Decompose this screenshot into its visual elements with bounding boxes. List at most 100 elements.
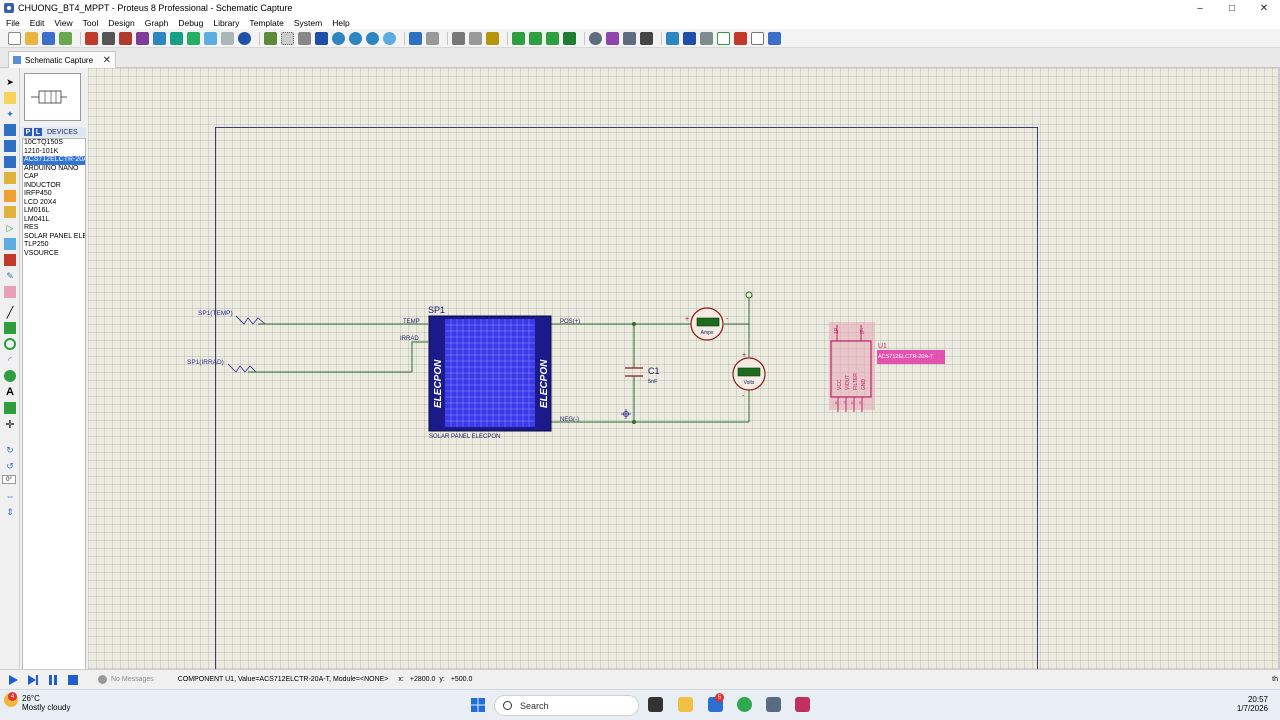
packaging-tool-icon[interactable] <box>623 31 636 45</box>
origin-icon[interactable] <box>298 31 311 45</box>
zoom-in-icon[interactable] <box>332 31 345 45</box>
device-item[interactable]: IRFP450 <box>23 190 85 199</box>
refresh-icon[interactable] <box>264 31 277 45</box>
symbol-tool-icon[interactable] <box>4 402 16 414</box>
terminals-mode-icon[interactable] <box>4 190 16 202</box>
messages-icon[interactable] <box>98 675 107 684</box>
selection-mode-icon[interactable]: ➤ <box>4 76 16 88</box>
probe-mode-icon[interactable]: ✎ <box>4 270 16 282</box>
zoom-all-icon[interactable] <box>366 31 379 45</box>
search-tag-icon[interactable] <box>683 31 696 45</box>
pan-icon[interactable] <box>315 31 328 45</box>
current-sensor-u1[interactable]: 1P IP- VCC VIOUT FILTER GND 8 7 6 5 U1 A… <box>829 322 945 412</box>
device-item[interactable]: LM016L <box>23 207 85 216</box>
3d-view-icon[interactable] <box>136 31 149 45</box>
solar-panel-sp1[interactable]: SP1 ELECPON ELECPON TEMP IRRAD POS(+) NE… <box>400 305 580 440</box>
maximize-button[interactable]: □ <box>1216 0 1248 16</box>
pcb-icon[interactable] <box>119 31 132 45</box>
schematic-icon[interactable] <box>102 31 115 45</box>
zoom-area-icon[interactable] <box>383 31 396 45</box>
undo-icon[interactable] <box>409 31 422 45</box>
menu-design[interactable]: Design <box>108 18 134 28</box>
device-item[interactable]: ARDUINO NANO <box>23 165 85 174</box>
schematic-canvas[interactable]: SP1(TEMP) SP1(IRRAD) SP1 ELECPON ELECPON… <box>88 68 1278 669</box>
circle-tool-icon[interactable] <box>4 338 16 350</box>
menu-system[interactable]: System <box>294 18 322 28</box>
marker-tool-icon[interactable]: ✛ <box>4 418 16 431</box>
home-icon[interactable] <box>85 31 98 45</box>
device-item[interactable]: 10CTQ150S <box>23 139 85 148</box>
component-mode-icon[interactable] <box>4 92 16 104</box>
menu-tool[interactable]: Tool <box>83 18 99 28</box>
active-popup-icon[interactable] <box>4 238 16 250</box>
import-icon[interactable] <box>59 31 72 45</box>
file-explorer-icon[interactable] <box>678 697 693 712</box>
graph-mode-icon[interactable]: ▷ <box>4 222 16 234</box>
dc-ammeter[interactable]: Amps + - <box>685 307 729 341</box>
rotation-angle-field[interactable]: 0° <box>2 475 16 484</box>
box-tool-icon[interactable] <box>4 322 16 334</box>
wire-autorouter-icon[interactable] <box>666 31 679 45</box>
source-code-icon[interactable] <box>204 31 217 45</box>
device-item[interactable]: TLP250 <box>23 241 85 250</box>
grid-icon[interactable] <box>281 31 294 45</box>
chrome-icon[interactable] <box>737 697 752 712</box>
taskbar-search[interactable]: Search <box>494 695 639 716</box>
device-item[interactable]: RES <box>23 224 85 233</box>
menu-edit[interactable]: Edit <box>30 18 45 28</box>
terminal-probe[interactable] <box>745 291 753 299</box>
library-manager-button[interactable]: L <box>34 128 42 136</box>
copy-icon[interactable] <box>469 31 482 45</box>
device-item[interactable]: CAP <box>23 173 85 182</box>
generator-sp1-temp[interactable]: SP1(TEMP) <box>198 310 266 325</box>
proteus-taskbar-icon[interactable] <box>795 697 810 712</box>
device-item[interactable]: SOLAR PANEL ELECPON <box>23 233 85 242</box>
property-assignment-icon[interactable] <box>700 31 713 45</box>
pick-devices-button[interactable]: P <box>24 128 32 136</box>
mirror-vertical-icon[interactable]: ⇕ <box>4 506 16 518</box>
subcircuit-icon[interactable] <box>4 172 16 184</box>
tab-schematic-capture[interactable]: Schematic Capture ✕ <box>8 51 116 68</box>
junction-dot-icon[interactable]: ✦ <box>4 108 16 120</box>
settings-gear-icon[interactable] <box>766 697 781 712</box>
save-icon[interactable] <box>42 31 55 45</box>
menu-debug[interactable]: Debug <box>178 18 203 28</box>
stop-simulation-button[interactable] <box>66 673 80 687</box>
menu-help[interactable]: Help <box>332 18 349 28</box>
text-tool-icon[interactable]: A <box>4 386 16 398</box>
text-script-icon[interactable] <box>4 140 16 152</box>
project-notes-icon[interactable] <box>221 31 234 45</box>
device-pins-icon[interactable] <box>4 206 16 218</box>
rotate-clockwise-icon[interactable]: ↻ <box>4 444 16 456</box>
path-tool-icon[interactable] <box>4 370 16 382</box>
make-device-icon[interactable] <box>606 31 619 45</box>
gerber-icon[interactable] <box>153 31 166 45</box>
menu-file[interactable]: File <box>6 18 20 28</box>
exit-parent-icon[interactable] <box>751 31 764 45</box>
decompose-icon[interactable] <box>640 31 653 45</box>
windows-start-icon[interactable] <box>471 698 485 712</box>
cut-icon[interactable] <box>452 31 465 45</box>
run-simulation-button[interactable] <box>6 673 20 687</box>
new-file-icon[interactable] <box>8 31 21 45</box>
menu-view[interactable]: View <box>54 18 72 28</box>
paste-icon[interactable] <box>486 31 499 45</box>
system-clock[interactable]: 20:57 1/7/2026 <box>1237 695 1268 713</box>
generator-sp1-irrad[interactable]: SP1(IRRAD) <box>187 359 257 373</box>
close-button[interactable]: ✕ <box>1248 0 1280 16</box>
mirror-horizontal-icon[interactable]: ⇔ <box>4 490 16 502</box>
rotate-anticlockwise-icon[interactable]: ↺ <box>4 460 16 472</box>
weather-widget[interactable]: 26°C Mostly cloudy <box>22 694 70 712</box>
device-item[interactable]: LCD 20X4 <box>23 199 85 208</box>
pick-device-icon[interactable] <box>589 31 602 45</box>
menu-template[interactable]: Template <box>249 18 284 28</box>
generator-mode-icon[interactable] <box>4 254 16 266</box>
menu-library[interactable]: Library <box>213 18 239 28</box>
task-view-icon[interactable] <box>648 697 663 712</box>
device-item[interactable]: LM041L <box>23 216 85 225</box>
remove-sheet-icon[interactable] <box>734 31 747 45</box>
capacitor-c1[interactable]: C1 5nF <box>625 366 660 385</box>
block-rotate-icon[interactable] <box>546 31 559 45</box>
device-item-selected[interactable]: ACS712ELCTR-20A-T <box>23 156 85 165</box>
wire-label-icon[interactable] <box>4 124 16 136</box>
